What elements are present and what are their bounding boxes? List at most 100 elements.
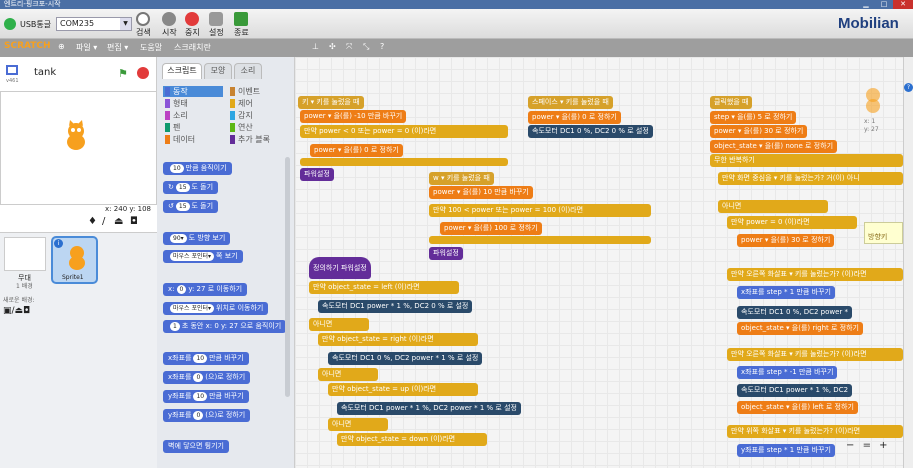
block-input[interactable]: 마우스 포인터▾: [170, 304, 215, 313]
palette-motion-block[interactable]: y좌표를 0 (으)로 정하기: [163, 409, 251, 422]
category-5[interactable]: 감지: [228, 110, 288, 121]
palette-motion-block[interactable]: 벽에 닿으면 튕기기: [163, 440, 229, 453]
s3-change-power-block[interactable]: power ▾ 을(를) 10 만큼 바꾸기: [429, 186, 533, 199]
block-input[interactable]: 10: [193, 354, 208, 363]
palette-motion-block[interactable]: ↺ 15 도 돌기: [163, 200, 219, 213]
s2-set-power-block[interactable]: power ▾ 을(를) 0 로 정하기: [528, 111, 621, 124]
menu-edit[interactable]: 편집 ▾: [107, 42, 128, 53]
s3-hat-block[interactable]: w ▾ 키를 눌렀을 때: [429, 172, 494, 185]
block-input[interactable]: 10: [193, 392, 208, 401]
palette-scrollbar[interactable]: [285, 157, 290, 397]
palette-motion-block[interactable]: x좌표를 0 (으)로 정하기: [163, 371, 251, 384]
s1-change-power-block[interactable]: power ▾ 을(를) -10 만큼 바꾸기: [300, 110, 407, 123]
s4-set-power-block[interactable]: power ▾ 을(를) 30 로 정하기: [710, 125, 808, 138]
s4-set-state-block[interactable]: object_state ▾ 을(를) none 로 정하기: [710, 140, 838, 153]
s5-if-down-block[interactable]: 만약 object_state = down (이)라면: [337, 433, 487, 446]
s2-hat-block[interactable]: 스페이스 ▾ 키를 눌렀을 때: [528, 96, 613, 109]
s4-set-power30-block[interactable]: power ▾ 을(를) 30 로 정하기: [737, 234, 835, 247]
s2-motor-block[interactable]: 속도모터 DC1 0 %, DC2 0 % 로 설정: [528, 125, 653, 138]
menu-help[interactable]: 도움말: [140, 42, 162, 53]
block-input[interactable]: 0: [193, 373, 204, 382]
zoom-reset-button[interactable]: =: [863, 440, 871, 451]
s4-set-right-block[interactable]: object_state ▾ 을(를) right 로 정하기: [737, 322, 863, 335]
palette-motion-block[interactable]: 마우스 포인터▾ 위치로 이동하기: [163, 302, 269, 315]
cut-icon[interactable]: ✣: [329, 42, 336, 51]
category-6[interactable]: 펜: [163, 122, 223, 133]
menu-file[interactable]: 파일 ▾: [76, 42, 97, 53]
green-flag-icon[interactable]: ⚑: [118, 67, 128, 80]
s4-if-not-block[interactable]: 만약 화면 중심을 ▾ 키를 눌렀는가? 거(이) 아니: [718, 172, 903, 185]
block-input[interactable]: 10: [170, 164, 184, 173]
block-input[interactable]: 1: [170, 322, 180, 331]
info-icon[interactable]: i: [54, 239, 63, 248]
category-9[interactable]: 추가 블록: [228, 134, 288, 145]
block-input[interactable]: 마우스 포인터▾: [170, 252, 215, 261]
zoom-out-button[interactable]: −: [846, 440, 854, 451]
category-7[interactable]: 연산: [228, 122, 288, 133]
backdrop-tools-icon[interactable]: ▣/⏏◘: [3, 306, 30, 316]
upload-icon[interactable]: ⏏: [114, 216, 123, 227]
s4-set-step-block[interactable]: step ▾ 을(를) 5 로 정하기: [710, 111, 797, 124]
zoom-in-button[interactable]: +: [879, 440, 887, 451]
duplicate-icon[interactable]: ⊥: [312, 42, 319, 51]
s4-change-x-block[interactable]: x좌표를 step * 1 만큼 바꾸기: [737, 286, 835, 299]
port-select[interactable]: COM235 ▼: [56, 17, 132, 31]
menu-about[interactable]: 스크래치란: [174, 42, 211, 53]
s5-if-right-block[interactable]: 만약 object_state = right (이)라면: [318, 333, 478, 346]
s3-set-power-block[interactable]: power ▾ 을(를) 100 로 정하기: [440, 222, 542, 235]
s1-if-block[interactable]: 만약 power < 0 또는 power = 0 (이)라면: [300, 125, 508, 138]
cat-sprite-icon[interactable]: [61, 120, 91, 154]
s5-motor-up-block[interactable]: 속도모터 DC1 power * 1 %, DC2 power * 1 % 로 …: [337, 402, 521, 415]
s5-if-up-block[interactable]: 만약 object_state = up (이)라면: [328, 383, 478, 396]
fullscreen-icon[interactable]: [6, 65, 18, 75]
palette-motion-block[interactable]: 90▾ 도 방향 보기: [163, 232, 231, 245]
s5-if-left-block[interactable]: 만약 object_state = left (이)라면: [309, 281, 459, 294]
block-input[interactable]: 15: [175, 202, 190, 211]
close-icon[interactable]: ✕: [893, 0, 913, 9]
block-input[interactable]: 15: [175, 183, 190, 192]
palette-motion-block[interactable]: x좌표를 10 만큼 바꾸기: [163, 352, 249, 365]
tab-sounds[interactable]: 소리: [234, 63, 262, 79]
globe-icon[interactable]: ⊕: [58, 42, 65, 51]
paint-sprite-icon[interactable]: ♦: [88, 216, 97, 227]
block-input[interactable]: 0: [193, 411, 204, 420]
s5-motor-left-block[interactable]: 속도모터 DC1 power * 1 %, DC2 0 % 로 설정: [318, 300, 473, 313]
category-1[interactable]: 이벤트: [228, 86, 288, 97]
tab-costumes[interactable]: 모양: [204, 63, 232, 79]
palette-motion-block[interactable]: y좌표를 10 만큼 바꾸기: [163, 390, 249, 403]
maximize-icon[interactable]: □: [874, 0, 894, 9]
s4-change-y-block[interactable]: y좌표를 step * 1 만큼 바꾸기: [737, 444, 835, 457]
palette-motion-block[interactable]: 마우스 포인터▾ 쪽 보기: [163, 250, 243, 263]
category-0[interactable]: 동작: [163, 86, 223, 97]
block-input[interactable]: 90▾: [170, 234, 187, 243]
block-input[interactable]: 0: [176, 285, 187, 294]
comment-note[interactable]: 방향키: [864, 222, 903, 244]
stop-button[interactable]: 중지: [185, 12, 200, 38]
grow-icon[interactable]: ⤧: [346, 42, 352, 52]
palette-motion-block[interactable]: 1초 동안 x: 0 y: 27 으로 움직이기: [163, 320, 287, 333]
stage-canvas[interactable]: [0, 91, 157, 205]
settings-button[interactable]: 설정: [209, 12, 224, 38]
s4-motor-right-block[interactable]: 속도모터 DC1 0 %, DC2 power *: [737, 306, 853, 319]
search-button[interactable]: 검색: [136, 12, 151, 38]
s1-set-power-block[interactable]: power ▾ 을(를) 0 로 정하기: [310, 144, 403, 157]
exit-button[interactable]: 종료: [234, 12, 249, 38]
s4-forever-block[interactable]: 무한 반복하기: [710, 154, 903, 167]
s1-call-block[interactable]: 파워설정: [300, 168, 334, 181]
s3-call-block[interactable]: 파워설정: [429, 247, 463, 260]
s4-set-left-block[interactable]: object_state ▾ 을(를) left 로 정하기: [737, 401, 858, 414]
s4-motor-left-block[interactable]: 속도모터 DC1 power * 1 %, DC2: [737, 384, 853, 397]
help-icon[interactable]: ?: [380, 42, 384, 51]
s4-change-x-neg-block[interactable]: x좌표를 step * -1 만큼 바꾸기: [737, 366, 838, 379]
start-button[interactable]: 시작: [162, 12, 177, 38]
shrink-icon[interactable]: ⤡: [363, 42, 369, 52]
stage-thumbnail[interactable]: [4, 237, 46, 271]
s4-hat-block[interactable]: 클릭했을 때: [710, 96, 753, 109]
script-area-scrollbar[interactable]: ?: [903, 57, 913, 468]
s5-define-block[interactable]: 정의하기 파워설정: [309, 257, 371, 279]
palette-motion-block[interactable]: 10 만큼 움직이기: [163, 162, 232, 175]
s4-if-left-block[interactable]: 만약 오른쪽 화살표 ▾ 키를 눌렀는가? (이)라면: [727, 348, 903, 361]
category-8[interactable]: 데이터: [163, 134, 223, 145]
category-3[interactable]: 제어: [228, 98, 288, 109]
help-circle-icon[interactable]: ?: [904, 83, 913, 92]
